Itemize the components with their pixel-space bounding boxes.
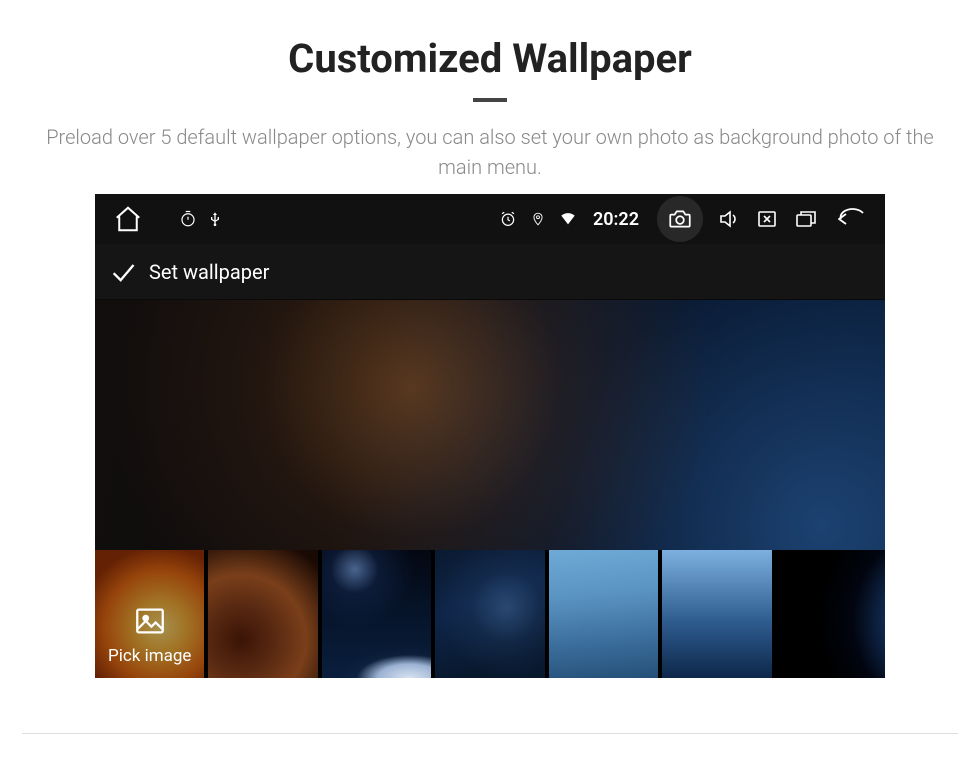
wifi-icon <box>559 211 577 227</box>
confirm-icon[interactable] <box>109 258 137 286</box>
header-title: Set wallpaper <box>149 260 269 284</box>
section-divider <box>22 733 958 734</box>
page-subtitle: Preload over 5 default wallpaper options… <box>35 122 945 182</box>
alarm-icon <box>499 210 517 228</box>
usb-icon <box>207 209 223 229</box>
pick-image-button[interactable]: Pick image <box>95 550 204 678</box>
pick-image-label: Pick image <box>108 646 191 666</box>
home-icon[interactable] <box>113 204 143 234</box>
location-icon <box>531 210 545 228</box>
back-icon[interactable] <box>833 207 867 231</box>
wallpaper-thumb[interactable] <box>776 550 885 678</box>
wallpaper-thumb[interactable] <box>208 550 317 678</box>
screenshot-button[interactable] <box>657 196 703 242</box>
app-header: Set wallpaper <box>95 244 885 300</box>
wallpaper-thumb[interactable] <box>662 550 771 678</box>
close-app-icon[interactable] <box>755 207 779 231</box>
status-bar: 20:22 <box>95 194 885 244</box>
wallpaper-thumbnails: Pick image <box>95 550 885 678</box>
title-underline <box>473 98 507 102</box>
timer-icon <box>179 210 197 228</box>
wallpaper-thumb[interactable] <box>435 550 544 678</box>
status-time: 20:22 <box>593 209 639 230</box>
wallpaper-thumb[interactable] <box>549 550 658 678</box>
wallpaper-preview[interactable] <box>95 300 885 550</box>
device-screenshot: 20:22 Set wallpaper <box>95 194 885 678</box>
image-icon <box>130 604 170 638</box>
page-title: Customized Wallpaper <box>0 35 980 82</box>
recent-apps-icon[interactable] <box>793 207 819 231</box>
volume-icon[interactable] <box>717 207 741 231</box>
wallpaper-thumb[interactable] <box>322 550 431 678</box>
